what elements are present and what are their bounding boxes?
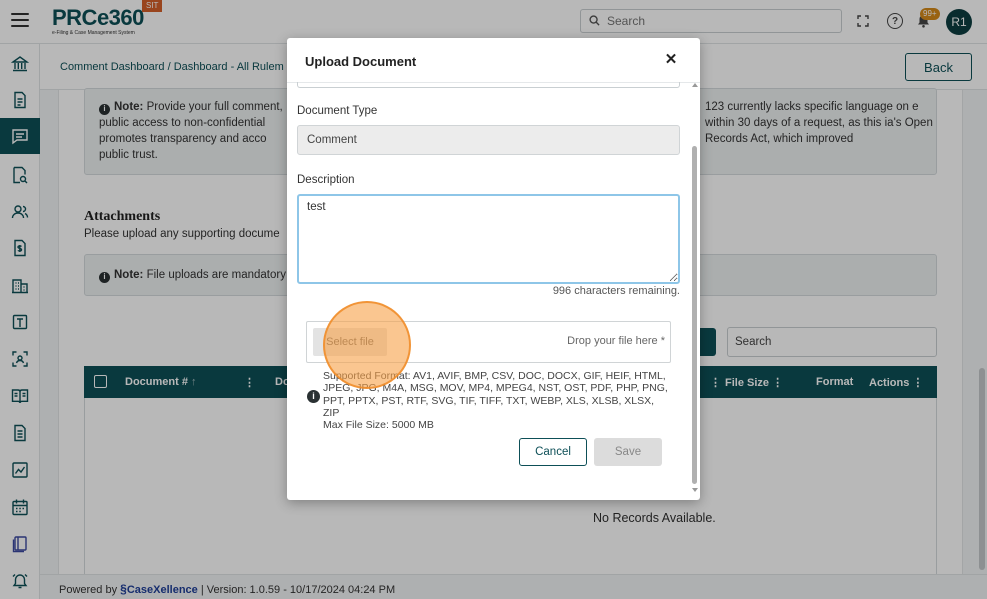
description-textarea[interactable]: test (297, 194, 680, 284)
no-records-text: No Records Available. (593, 511, 716, 525)
supported-formats-text: Supported Format: AV1, AVIF, BMP, CSV, D… (323, 370, 668, 419)
modal-scrollbar[interactable] (691, 82, 699, 496)
select-file-button[interactable]: Select file (313, 328, 387, 356)
info-icon: i (307, 387, 324, 403)
previous-field[interactable] (297, 82, 680, 88)
file-dropzone[interactable]: Select file Drop your file here * (306, 321, 671, 363)
description-label: Description (297, 174, 355, 186)
characters-remaining: 996 characters remaining. (552, 285, 680, 297)
scroll-thumb[interactable] (692, 146, 697, 484)
save-button[interactable]: Save (594, 438, 662, 466)
document-type-label: Document Type (297, 105, 378, 117)
max-file-size-text: Max File Size: 5000 MB (323, 419, 434, 431)
cancel-button[interactable]: Cancel (519, 438, 587, 466)
close-icon[interactable]: ✕ (663, 51, 679, 68)
upload-document-modal: Upload Document ✕ Document Type Comment … (287, 38, 700, 500)
scroll-up-arrow-icon[interactable] (692, 83, 698, 87)
document-type-field: Comment (297, 125, 680, 155)
drop-file-text: Drop your file here * (567, 335, 665, 347)
scroll-down-arrow-icon[interactable] (692, 488, 698, 492)
modal-title: Upload Document (305, 54, 417, 69)
